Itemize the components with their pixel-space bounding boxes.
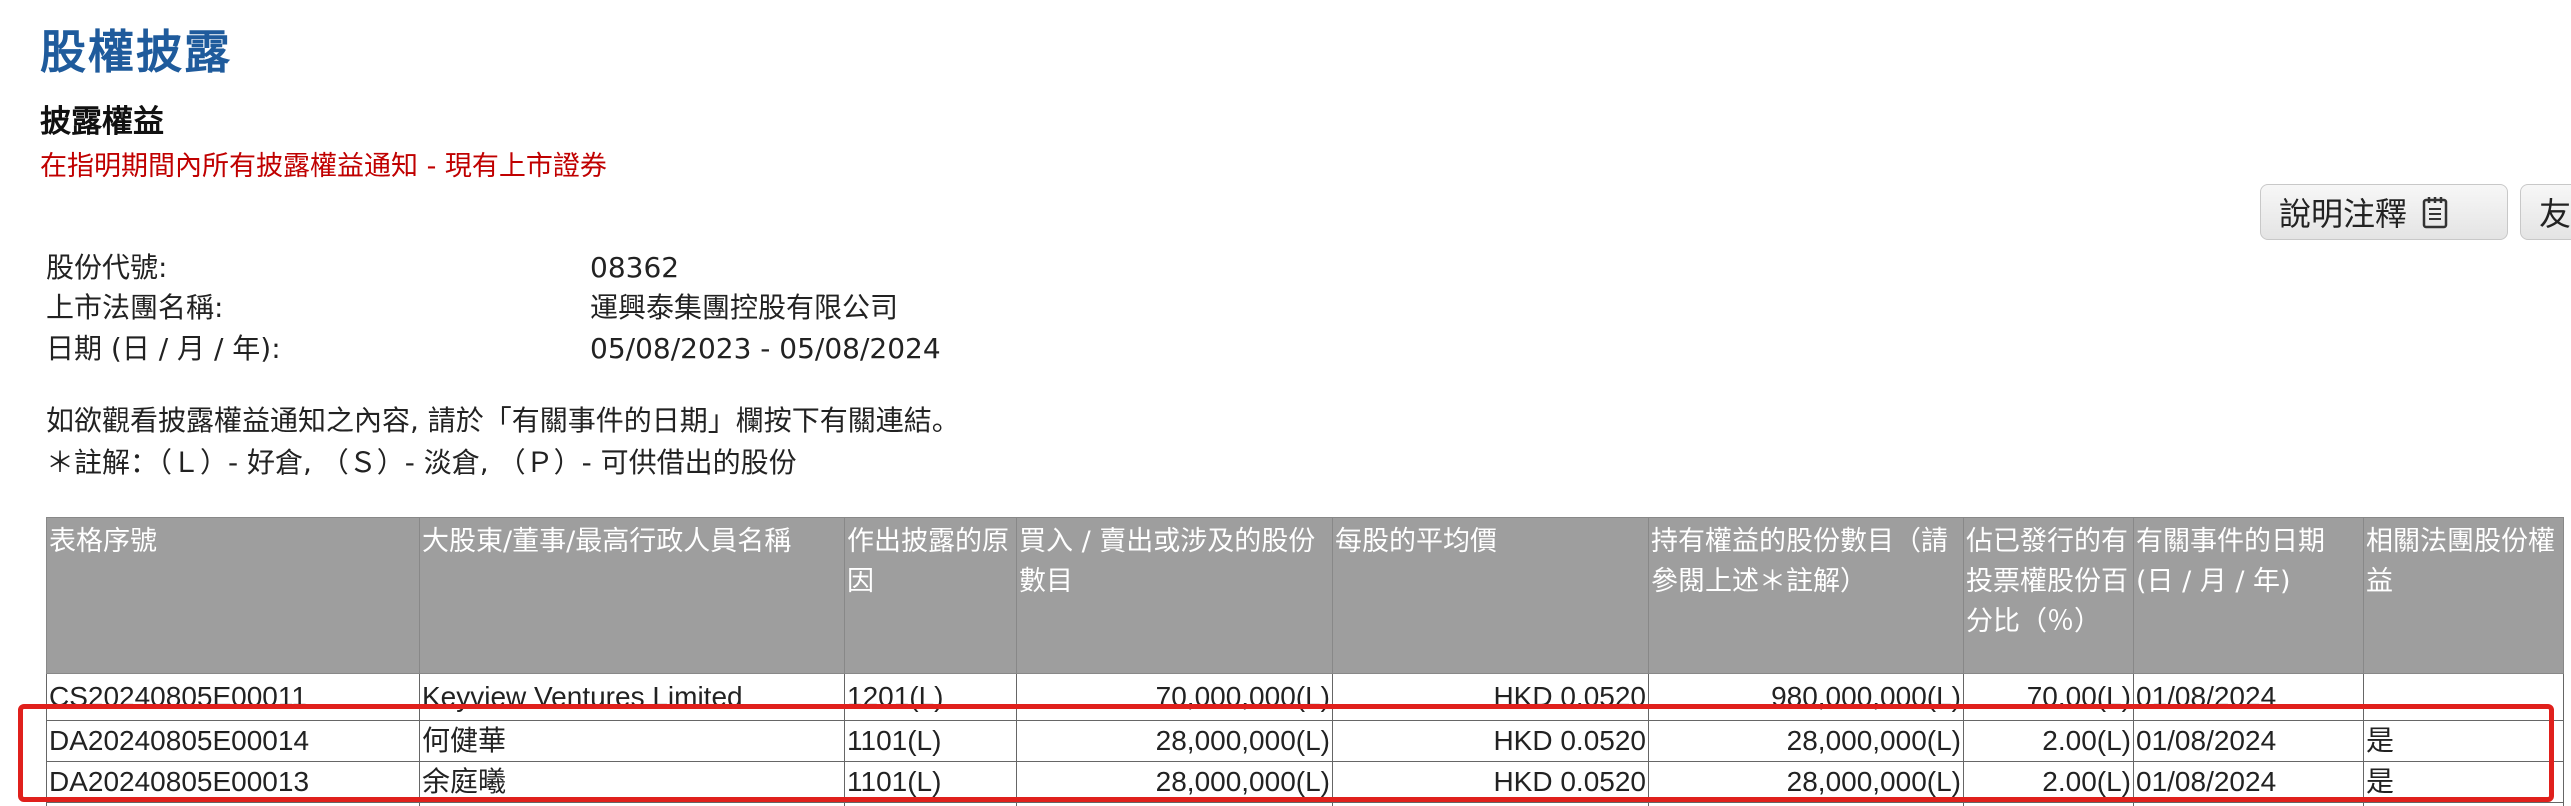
table-row: CS20240805E00011 Keyview Ventures Limite… xyxy=(46,673,2564,721)
explanatory-notes-button[interactable]: 說明注釋 xyxy=(2260,184,2508,240)
table-cell-cutoff xyxy=(1016,802,1333,806)
event-date-link[interactable]: 01/08/2024 xyxy=(2133,673,2364,721)
avg-price: HKD 0.0520 xyxy=(1332,761,1649,803)
print-friendly-button[interactable]: 友 xyxy=(2520,184,2571,240)
position-legend-note: ＊註解：（Ｌ）- 好倉, （Ｓ）- 淡倉, （Ｐ）- 可供借出的股份 xyxy=(46,446,797,479)
table-cell-cutoff xyxy=(46,802,420,806)
table-row: DA20240805E00014 何健華 1101(L) 28,000,000(… xyxy=(46,720,2564,762)
table-cell-cutoff xyxy=(1648,802,1964,806)
table-header-row: 表格序號 大股東/董事/最高行政人員名稱 作出披露的原因 買入 / 賣出或涉及的… xyxy=(46,517,2564,674)
table-cell-cutoff xyxy=(2133,802,2364,806)
corp-interest: 是 xyxy=(2363,720,2564,762)
event-date-link[interactable]: 01/08/2024 xyxy=(2133,720,2364,762)
disclosure-table-container[interactable]: 表格序號 大股東/董事/最高行政人員名稱 作出披露的原因 買入 / 賣出或涉及的… xyxy=(46,517,2571,806)
page-title: 股權披露 xyxy=(40,25,232,79)
percent-held: 70.00(L) xyxy=(1963,673,2134,721)
shares-held: 980,000,000(L) xyxy=(1648,673,1964,721)
stock-code-label: 股份代號: xyxy=(46,251,168,284)
holder-name: 余庭曦 xyxy=(419,761,845,803)
form-no-link[interactable]: DA20240805E00014 xyxy=(46,720,420,762)
holder-name: 何健華 xyxy=(419,720,845,762)
header-corp-interest: 相關法團股份權益 xyxy=(2363,517,2564,674)
shares-held: 28,000,000(L) xyxy=(1648,761,1964,803)
table-cell-cutoff xyxy=(419,802,845,806)
header-reason: 作出披露的原因 xyxy=(844,517,1017,674)
header-shares-involved: 買入 / 賣出或涉及的股份數目 xyxy=(1016,517,1333,674)
header-shares-held: 持有權益的股份數目（請參閱上述＊註解） xyxy=(1648,517,1964,674)
avg-price: HKD 0.0520 xyxy=(1332,720,1649,762)
table-row: DA20240805E00013 余庭曦 1101(L) 28,000,000(… xyxy=(46,761,2564,803)
date-range-value: 05/08/2023 - 05/08/2024 xyxy=(590,332,941,365)
header-form-no: 表格序號 xyxy=(46,517,420,674)
corp-interest: 是 xyxy=(2363,761,2564,803)
percent-held: 2.00(L) xyxy=(1963,720,2134,762)
reason-code: 1101(L) xyxy=(844,720,1017,762)
table-row xyxy=(46,802,2564,806)
form-no-link[interactable]: DA20240805E00013 xyxy=(46,761,420,803)
corp-interest xyxy=(2363,673,2564,721)
header-event-date: 有關事件的日期 (日 / 月 / 年) xyxy=(2133,517,2364,674)
table-cell-cutoff xyxy=(2363,802,2564,806)
header-percent: 佔已發行的有投票權股份百分比（％） xyxy=(1963,517,2134,674)
shares-involved: 28,000,000(L) xyxy=(1016,761,1333,803)
notepad-icon xyxy=(2422,197,2448,229)
shares-involved: 28,000,000(L) xyxy=(1016,720,1333,762)
explanatory-notes-label: 說明注釋 xyxy=(2279,195,2408,233)
print-friendly-label: 友 xyxy=(2539,195,2571,233)
avg-price: HKD 0.0520 xyxy=(1332,673,1649,721)
date-range-label: 日期 (日 / 月 / 年): xyxy=(46,332,281,365)
shares-involved: 70,000,000(L) xyxy=(1016,673,1333,721)
disclosure-table: 表格序號 大股東/董事/最高行政人員名稱 作出披露的原因 買入 / 賣出或涉及的… xyxy=(46,517,2564,806)
table-cell-cutoff xyxy=(1332,802,1649,806)
table-cell-cutoff xyxy=(844,802,1017,806)
percent-held: 2.00(L) xyxy=(1963,761,2134,803)
company-name-label: 上市法團名稱: xyxy=(46,291,224,324)
event-date-link[interactable]: 01/08/2024 xyxy=(2133,761,2364,803)
header-avg-price: 每股的平均價 xyxy=(1332,517,1649,674)
table-cell-cutoff xyxy=(1963,802,2134,806)
section-subtitle: 在指明期間內所有披露權益通知 - 現有上市證券 xyxy=(40,151,607,182)
reason-code: 1201(L) xyxy=(844,673,1017,721)
form-no-link[interactable]: CS20240805E00011 xyxy=(46,673,420,721)
shares-held: 28,000,000(L) xyxy=(1648,720,1964,762)
instruction-note: 如欲觀看披露權益通知之內容, 請於「有關事件的日期」欄按下有關連結。 xyxy=(46,404,960,437)
company-name-value: 運興泰集團控股有限公司 xyxy=(590,291,899,324)
header-holder-name: 大股東/董事/最高行政人員名稱 xyxy=(419,517,845,674)
stock-code-value: 08362 xyxy=(590,251,680,284)
holder-name: Keyview Ventures Limited xyxy=(419,673,845,721)
section-title: 披露權益 xyxy=(40,104,164,140)
reason-code: 1101(L) xyxy=(844,761,1017,803)
